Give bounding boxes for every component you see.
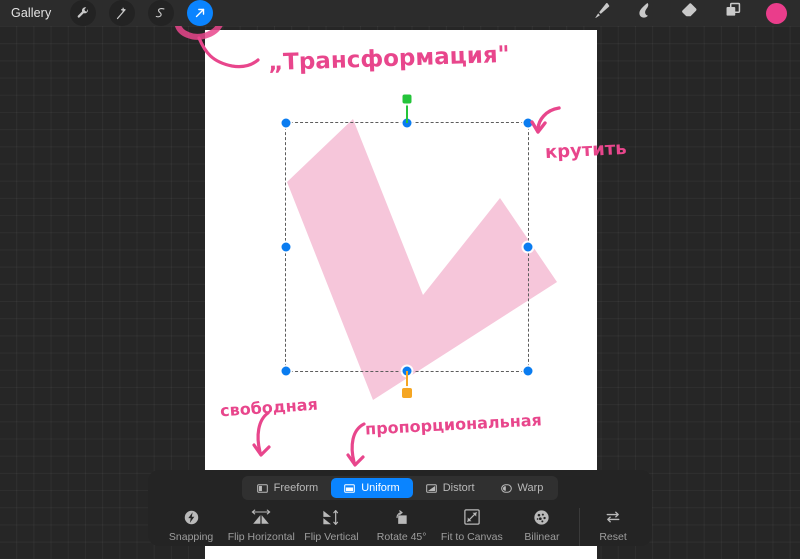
transform-tool-button[interactable] <box>187 0 214 26</box>
snapping-label: Snapping <box>168 531 214 543</box>
adjustments-wand-button[interactable] <box>109 0 136 26</box>
eraser-button[interactable] <box>678 2 700 24</box>
wrench-icon <box>76 6 90 20</box>
brush-button[interactable] <box>590 2 612 24</box>
flip-horizontal-icon <box>250 508 272 526</box>
reset-label: Reset <box>599 531 627 543</box>
mode-warp-button[interactable]: Warp <box>488 478 557 498</box>
handle-bottom-left[interactable] <box>281 366 291 376</box>
magnet-snap-icon <box>183 508 200 526</box>
handle-top-right[interactable] <box>523 118 533 128</box>
gallery-button[interactable]: Gallery <box>11 6 51 20</box>
proportional-handle-knob[interactable] <box>402 388 412 398</box>
flip-vertical-icon <box>321 508 341 526</box>
rotate-45-label: Rotate 45° <box>376 531 427 543</box>
handle-bottom-center[interactable] <box>402 366 412 376</box>
uniform-icon <box>344 483 356 494</box>
left-tool-group <box>70 0 214 26</box>
flip-horizontal-label: Flip Horizontal <box>227 531 295 543</box>
mode-distort-label: Distort <box>442 482 475 494</box>
mode-distort-button[interactable]: Distort <box>413 478 488 498</box>
actions-wrench-button[interactable] <box>70 0 97 26</box>
fit-to-canvas-icon <box>464 508 480 526</box>
arrow-transform-icon <box>193 6 207 20</box>
handle-middle-left[interactable] <box>281 242 291 252</box>
smudge-button[interactable] <box>634 2 656 24</box>
handle-bottom-right[interactable] <box>523 366 533 376</box>
mode-uniform-label: Uniform <box>361 482 400 494</box>
fit-to-canvas-label: Fit to Canvas <box>440 531 503 543</box>
transform-mode-segmented-control: Freeform Uniform Distort Warp <box>241 476 559 500</box>
procreate-transform-screen: Gallery „Трансформация" крутить свободна… <box>0 0 800 559</box>
handle-top-center[interactable] <box>402 118 412 128</box>
flip-vertical-label: Flip Vertical <box>304 531 359 543</box>
magic-wand-icon <box>115 6 130 21</box>
s-curve-selection-icon <box>154 6 168 20</box>
bilinear-label: Bilinear <box>524 531 560 543</box>
right-tool-group <box>590 0 800 26</box>
layers-button[interactable] <box>722 2 744 24</box>
warp-icon <box>500 483 512 494</box>
freeform-icon <box>256 483 268 494</box>
handle-middle-right[interactable] <box>523 242 533 252</box>
action-divider <box>579 508 581 546</box>
transform-action-row: Snapping Flip Horizontal Flip Vertical R… <box>148 508 652 546</box>
smudge-finger-icon <box>636 1 655 25</box>
mode-freeform-label: Freeform <box>273 482 319 494</box>
rotate-45-button[interactable]: Rotate 45° <box>367 508 437 543</box>
handle-top-left[interactable] <box>281 118 291 128</box>
brush-icon <box>592 1 611 25</box>
flip-horizontal-button[interactable]: Flip Horizontal <box>226 508 296 543</box>
selection-button[interactable] <box>148 0 175 26</box>
bilinear-button[interactable]: Bilinear <box>507 508 577 543</box>
transform-options-panel: Freeform Uniform Distort Warp Snapping F… <box>148 470 652 546</box>
color-swatch-button[interactable] <box>766 2 787 24</box>
mode-freeform-button[interactable]: Freeform <box>244 478 332 498</box>
rotate-handle-knob[interactable] <box>402 94 412 104</box>
flip-vertical-button[interactable]: Flip Vertical <box>296 508 366 543</box>
bilinear-interpolation-icon <box>533 508 550 526</box>
reset-button[interactable]: Reset <box>582 508 644 543</box>
layers-icon <box>724 1 743 25</box>
mode-uniform-button[interactable]: Uniform <box>331 478 413 498</box>
fit-to-canvas-button[interactable]: Fit to Canvas <box>437 508 507 543</box>
eraser-icon <box>680 1 699 25</box>
mode-warp-label: Warp <box>517 482 544 494</box>
snapping-button[interactable]: Snapping <box>156 508 226 543</box>
top-toolbar: Gallery <box>0 0 800 26</box>
distort-icon <box>425 483 437 494</box>
rotate-45-icon <box>393 508 411 526</box>
reset-icon <box>604 508 622 526</box>
